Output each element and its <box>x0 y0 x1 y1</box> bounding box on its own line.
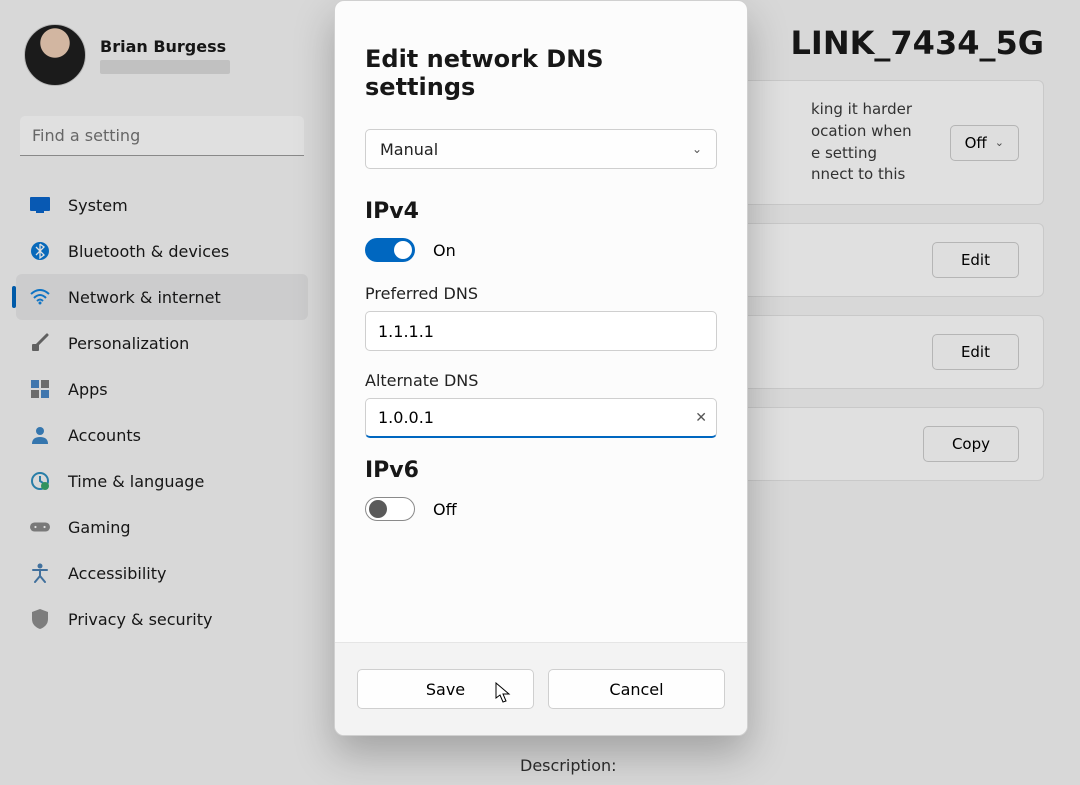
sidebar-item-label: Time & language <box>68 472 204 491</box>
save-button[interactable]: Save <box>357 669 534 709</box>
dns-settings-dialog: Edit network DNS settings Manual ⌄ IPv4 … <box>334 0 748 736</box>
sidebar-item-accessibility[interactable]: Accessibility <box>16 550 308 596</box>
sidebar-item-accounts[interactable]: Accounts <box>16 412 308 458</box>
alternate-dns-label: Alternate DNS <box>365 371 717 390</box>
alternate-dns-field: ✕ <box>365 398 717 438</box>
profile-email-placeholder <box>100 60 230 74</box>
preferred-dns-field <box>365 311 717 351</box>
sidebar-item-label: Privacy & security <box>68 610 212 629</box>
alternate-dns-input[interactable] <box>365 398 717 438</box>
profile-block[interactable]: Brian Burgess <box>16 18 308 100</box>
sidebar-item-label: Accounts <box>68 426 141 445</box>
dialog-footer: Save Cancel <box>335 642 747 735</box>
shield-icon <box>30 609 50 629</box>
ipv6-toggle[interactable] <box>365 497 415 521</box>
sidebar-item-label: Bluetooth & devices <box>68 242 229 261</box>
sidebar-item-label: System <box>68 196 128 215</box>
edit-button-2[interactable]: Edit <box>932 334 1019 370</box>
dns-mode-value: Manual <box>380 140 438 159</box>
copy-button[interactable]: Copy <box>923 426 1019 462</box>
clear-input-icon[interactable]: ✕ <box>695 410 707 426</box>
ipv4-toggle-label: On <box>433 241 456 260</box>
chevron-down-icon: ⌄ <box>995 136 1004 149</box>
ipv4-toggle[interactable] <box>365 238 415 262</box>
toggle-value: Off <box>965 134 987 152</box>
person-icon <box>30 425 50 445</box>
sidebar-item-privacy[interactable]: Privacy & security <box>16 596 308 642</box>
display-icon <box>30 195 50 215</box>
apps-icon <box>30 379 50 399</box>
cancel-button[interactable]: Cancel <box>548 669 725 709</box>
sidebar-item-network[interactable]: Network & internet <box>16 274 308 320</box>
settings-nav: System Bluetooth & devices Network & int… <box>16 182 308 642</box>
sidebar-item-label: Gaming <box>68 518 131 537</box>
sidebar-item-label: Apps <box>68 380 108 399</box>
paintbrush-icon <box>30 333 50 353</box>
chevron-down-icon: ⌄ <box>692 142 702 156</box>
settings-sidebar: Brian Burgess System Bluetooth & devices <box>0 0 320 785</box>
random-mac-toggle[interactable]: Off ⌄ <box>950 125 1019 161</box>
sidebar-search[interactable] <box>20 116 304 156</box>
wifi-icon <box>30 287 50 307</box>
clock-globe-icon <box>30 471 50 491</box>
sidebar-item-label: Personalization <box>68 334 189 353</box>
description-label: Description: <box>520 756 617 775</box>
edit-button-1[interactable]: Edit <box>932 242 1019 278</box>
dns-mode-select[interactable]: Manual ⌄ <box>365 129 717 169</box>
gamepad-icon <box>30 517 50 537</box>
ipv4-heading: IPv4 <box>365 199 717 224</box>
avatar <box>24 24 86 86</box>
ipv6-heading: IPv6 <box>365 458 717 483</box>
accessibility-icon <box>30 563 50 583</box>
dialog-title: Edit network DNS settings <box>365 45 717 101</box>
profile-name: Brian Burgess <box>100 37 230 56</box>
sidebar-item-label: Network & internet <box>68 288 221 307</box>
bluetooth-icon <box>30 241 50 261</box>
sidebar-item-apps[interactable]: Apps <box>16 366 308 412</box>
sidebar-item-label: Accessibility <box>68 564 166 583</box>
preferred-dns-input[interactable] <box>365 311 717 351</box>
preferred-dns-label: Preferred DNS <box>365 284 717 303</box>
sidebar-item-system[interactable]: System <box>16 182 308 228</box>
sidebar-item-time-language[interactable]: Time & language <box>16 458 308 504</box>
search-input[interactable] <box>20 116 304 156</box>
ipv6-toggle-label: Off <box>433 500 457 519</box>
sidebar-item-personalization[interactable]: Personalization <box>16 320 308 366</box>
sidebar-item-bluetooth[interactable]: Bluetooth & devices <box>16 228 308 274</box>
sidebar-item-gaming[interactable]: Gaming <box>16 504 308 550</box>
